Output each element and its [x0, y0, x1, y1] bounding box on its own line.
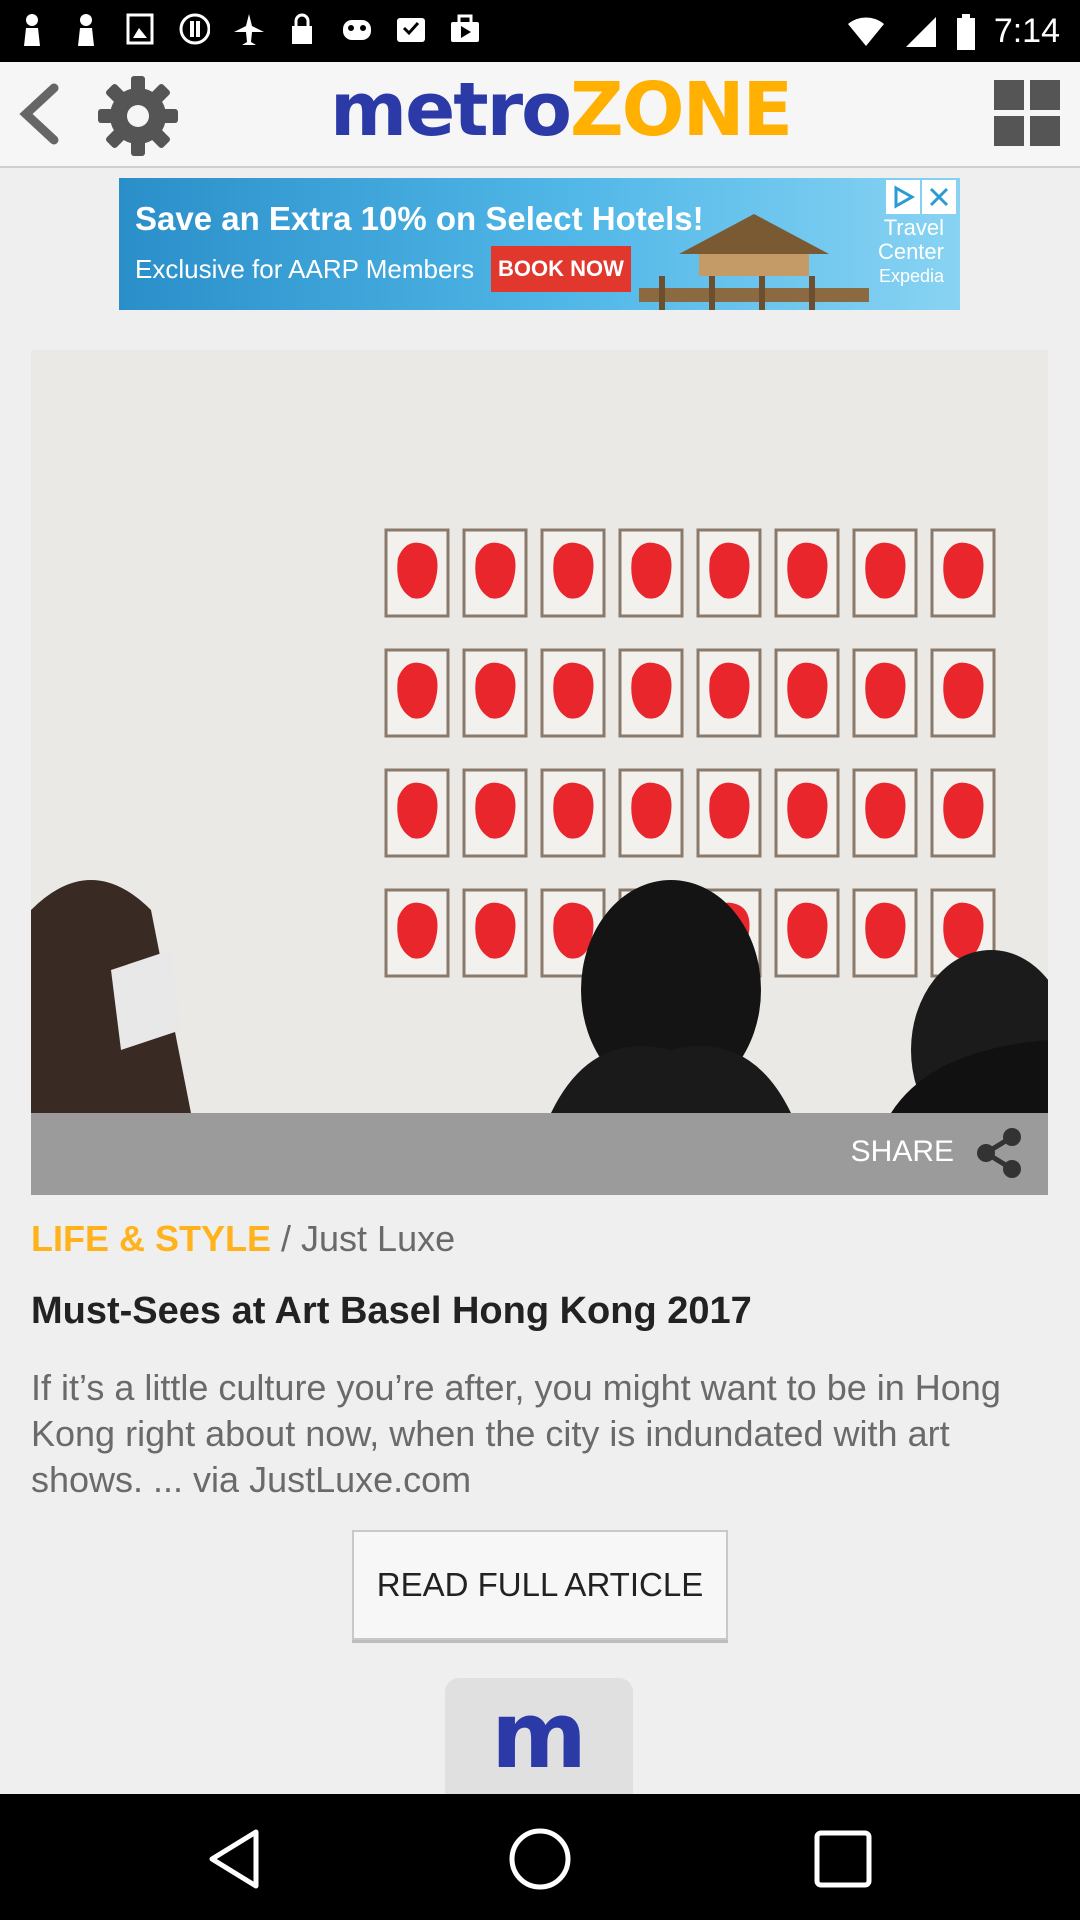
grid-icon-cell: [994, 116, 1024, 146]
lock-icon: [286, 10, 318, 48]
app-bar: metroZONE: [0, 62, 1080, 168]
ad-choices-icon[interactable]: [886, 180, 920, 214]
wifi-icon: [847, 16, 884, 46]
article-title[interactable]: Must-Sees at Art Basel Hong Kong 2017: [31, 1290, 752, 1333]
status-bar: 7:14: [0, 0, 1080, 62]
chevron-left-icon: [19, 83, 59, 145]
ad-close-icon[interactable]: [922, 180, 956, 214]
airplane-icon: [232, 10, 264, 48]
source-link[interactable]: Just Luxe: [301, 1218, 455, 1259]
notification-icon: [70, 10, 102, 48]
grid-icon-cell: [994, 80, 1024, 110]
article-excerpt: If it’s a little culture you’re after, y…: [31, 1367, 1001, 1500]
ad-headline: Save an Extra 10% on Select Hotels!: [135, 200, 704, 237]
breadcrumb: LIFE & STYLE / Just Luxe: [31, 1218, 455, 1260]
signal-icon: [905, 16, 936, 47]
clock: 7:14: [993, 12, 1060, 50]
ad-brand: Travel Center Expedia: [834, 216, 944, 288]
ad-brand-line: Travel: [883, 215, 944, 240]
app-logo: metroZONE: [330, 70, 830, 150]
art-wall-image: [31, 350, 1048, 1113]
read-full-article-button[interactable]: READ FULL ARTICLE: [352, 1530, 728, 1640]
ad-subline: Exclusive for AARP Members: [135, 254, 475, 284]
status-icons: [16, 10, 480, 48]
tab-label: m: [491, 1682, 587, 1789]
article-photo[interactable]: [31, 350, 1048, 1113]
metrozone-home-tab[interactable]: m: [445, 1678, 633, 1794]
nav-home-icon[interactable]: [505, 1824, 575, 1894]
ad-book-now-button[interactable]: BOOK NOW: [491, 246, 631, 292]
logo-zone: ZONE: [570, 67, 793, 153]
logo-metro: metro: [330, 67, 572, 153]
image-icon: [124, 10, 156, 48]
grid-icon-cell: [1030, 80, 1060, 110]
inbox-icon: [394, 10, 426, 48]
ad-brand-line: Expedia: [878, 266, 944, 286]
ad-brand-line: Center: [877, 239, 944, 264]
notification-icon: [16, 10, 48, 48]
breadcrumb-separator: /: [271, 1218, 302, 1259]
share-icon[interactable]: [974, 1127, 1026, 1179]
briefcase-icon: [448, 10, 480, 48]
article-card: SHARE: [31, 350, 1048, 1195]
grid-menu-button[interactable]: [994, 80, 1060, 146]
share-bar[interactable]: SHARE: [31, 1113, 1048, 1195]
share-label: SHARE: [850, 1135, 954, 1168]
back-button[interactable]: [10, 78, 74, 150]
gear-icon: [98, 76, 178, 156]
settings-button[interactable]: [96, 74, 180, 158]
battery-icon: [956, 13, 975, 50]
category-link[interactable]: LIFE & STYLE: [31, 1218, 271, 1259]
grid-icon-cell: [1030, 116, 1060, 146]
status-right: 7:14: [846, 12, 1060, 51]
nav-recents-icon[interactable]: [808, 1824, 878, 1894]
game-icon: [340, 10, 372, 48]
alert-icon: [178, 10, 210, 48]
ad-banner[interactable]: Save an Extra 10% on Select Hotels! Excl…: [119, 178, 960, 310]
nav-back-icon[interactable]: [200, 1824, 270, 1894]
system-nav-bar: [0, 1794, 1080, 1920]
